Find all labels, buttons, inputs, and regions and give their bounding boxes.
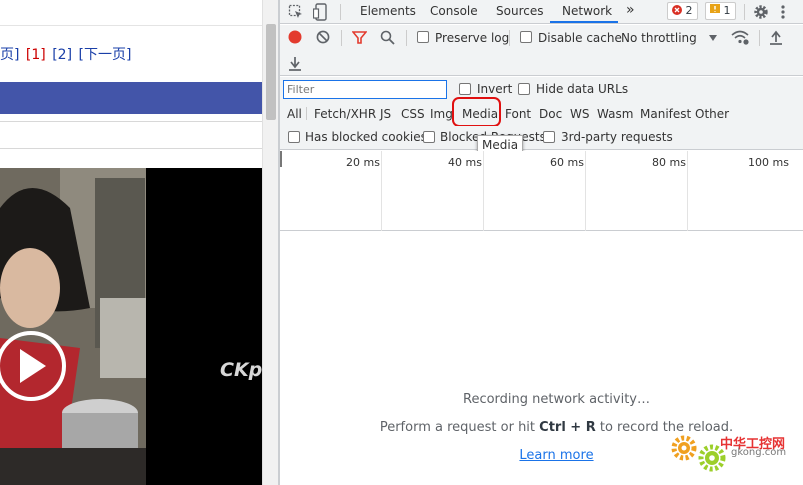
active-tab-indicator — [550, 21, 618, 23]
type-filter-js[interactable]: JS — [380, 107, 391, 121]
media-filter-highlight-ring — [452, 97, 501, 127]
timeline-start-marker — [280, 151, 282, 167]
page-scroll-thumb[interactable] — [266, 24, 276, 120]
timeline-gridline — [381, 151, 382, 231]
tabbar-separator — [340, 4, 341, 20]
type-filter-other[interactable]: Other — [695, 107, 729, 121]
timeline-gridline — [483, 151, 484, 231]
errors-badge[interactable]: 2 — [667, 2, 698, 20]
toolbar-separator — [759, 30, 760, 46]
type-filter-font[interactable]: Font — [505, 107, 531, 121]
preserve-log-label: Preserve log — [435, 31, 510, 45]
resource-type-filter-bar: All Fetch/XHR JS CSS Img Media Font Doc … — [280, 101, 803, 126]
timeline-gridline — [585, 151, 586, 231]
record-icon[interactable] — [288, 30, 302, 44]
content-box — [0, 121, 262, 149]
type-filter-manifest[interactable]: Manifest — [640, 107, 691, 121]
hide-data-urls-label: Hide data URLs — [536, 82, 629, 96]
devtools-tabbar: Elements Console Sources Network » 2 1 — [280, 0, 803, 24]
preserve-log-checkbox[interactable] — [417, 31, 429, 43]
type-filter-css[interactable]: CSS — [401, 107, 425, 121]
filter-input[interactable] — [283, 80, 447, 99]
filter-bar: Invert Hide data URLs — [280, 77, 803, 101]
errors-count: 2 — [685, 4, 693, 17]
error-icon — [672, 5, 682, 15]
devtools-panel: Elements Console Sources Network » 2 1 P… — [280, 0, 803, 485]
third-party-requests-label: 3rd-party requests — [561, 130, 673, 144]
throttling-select[interactable]: No throttling — [621, 31, 697, 45]
warning-icon — [710, 4, 720, 13]
web-page-pane: 页] [1] [2] [下一页] CKp — [0, 0, 262, 485]
more-tabs-chevron-icon[interactable]: » — [626, 2, 635, 18]
disable-cache-checkbox[interactable] — [520, 31, 532, 43]
tab-console[interactable]: Console — [430, 4, 478, 18]
gkong-logo-domain: gkong.com — [731, 447, 787, 458]
empty-state-hint-before: Perform a request or hit — [379, 420, 540, 435]
page-header-strip — [0, 0, 262, 26]
type-filter-img[interactable]: Img — [430, 107, 453, 121]
settings-gear-icon[interactable] — [752, 3, 770, 21]
timeline-gridline — [687, 151, 688, 231]
toolbar-separator — [341, 30, 342, 46]
type-filter-fetch-xhr[interactable]: Fetch/XHR — [314, 107, 376, 121]
import-har-upload-icon[interactable] — [769, 30, 783, 45]
invert-checkbox[interactable] — [459, 83, 471, 95]
pagination-page-2[interactable]: [2] — [52, 47, 72, 63]
has-blocked-cookies-label: Has blocked cookies — [305, 130, 427, 144]
pagination-prev-fragment: 页] — [0, 47, 20, 63]
disable-cache-label: Disable cache — [538, 31, 622, 45]
network-toolbar-row-2 — [280, 51, 803, 76]
tab-elements[interactable]: Elements — [360, 4, 416, 18]
request-flags-bar: Has blocked cookies Blocked Requests 3rd… — [280, 126, 803, 150]
warnings-badge[interactable]: 1 — [705, 2, 736, 20]
timeline-tick-label: 40 ms — [448, 156, 482, 169]
more-options-kebab-icon[interactable] — [780, 4, 786, 20]
video-frame-image — [0, 168, 146, 485]
blocked-requests-checkbox[interactable] — [423, 131, 435, 143]
network-toolbar: Preserve log Disable cache No throttling — [280, 25, 803, 51]
network-timeline-overview[interactable]: 20 ms 40 ms 60 ms 80 ms 100 ms — [280, 151, 803, 231]
device-toolbar-icon[interactable] — [313, 3, 329, 21]
type-filter-wasm[interactable]: Wasm — [597, 107, 633, 121]
type-filter-separator — [306, 107, 307, 120]
type-filter-doc[interactable]: Doc — [539, 107, 562, 121]
pagination-next[interactable]: [下一页] — [79, 47, 132, 63]
has-blocked-cookies-checkbox[interactable] — [288, 131, 300, 143]
timeline-tick-label: 80 ms — [652, 156, 686, 169]
section-header-bar — [0, 82, 262, 114]
type-filter-all[interactable]: All — [287, 107, 302, 121]
video-watermark-text: CKp — [220, 359, 262, 381]
chevron-down-icon[interactable] — [709, 35, 717, 41]
empty-state-title: Recording network activity… — [463, 392, 650, 407]
video-player[interactable]: CKp — [0, 168, 262, 485]
search-icon[interactable] — [380, 30, 395, 45]
export-har-download-icon[interactable] — [288, 56, 302, 71]
inspect-element-icon[interactable] — [288, 4, 304, 20]
page-scrollbar[interactable] — [262, 0, 278, 485]
network-conditions-wifi-icon[interactable] — [731, 30, 749, 45]
timeline-tick-label: 100 ms — [748, 156, 789, 169]
filter-funnel-icon[interactable] — [352, 31, 367, 44]
invert-label: Invert — [477, 82, 513, 96]
pagination-page-1[interactable]: [1] — [26, 47, 46, 63]
tab-sources[interactable]: Sources — [496, 4, 543, 18]
toolbar-separator — [509, 30, 510, 46]
timeline-tick-label: 20 ms — [346, 156, 380, 169]
clear-icon[interactable] — [316, 30, 330, 44]
warnings-count: 1 — [723, 4, 731, 17]
tabbar-separator — [744, 4, 745, 20]
type-filter-ws[interactable]: WS — [570, 107, 589, 121]
timeline-tick-label: 60 ms — [550, 156, 584, 169]
third-party-requests-checkbox[interactable] — [543, 131, 555, 143]
tab-network[interactable]: Network — [562, 4, 612, 18]
toolbar-separator — [406, 30, 407, 46]
hide-data-urls-checkbox[interactable] — [518, 83, 530, 95]
play-icon — [20, 349, 46, 383]
empty-state-hint-keys: Ctrl + R — [539, 420, 596, 435]
pagination: 页] [1] [2] [下一页] — [0, 44, 133, 64]
